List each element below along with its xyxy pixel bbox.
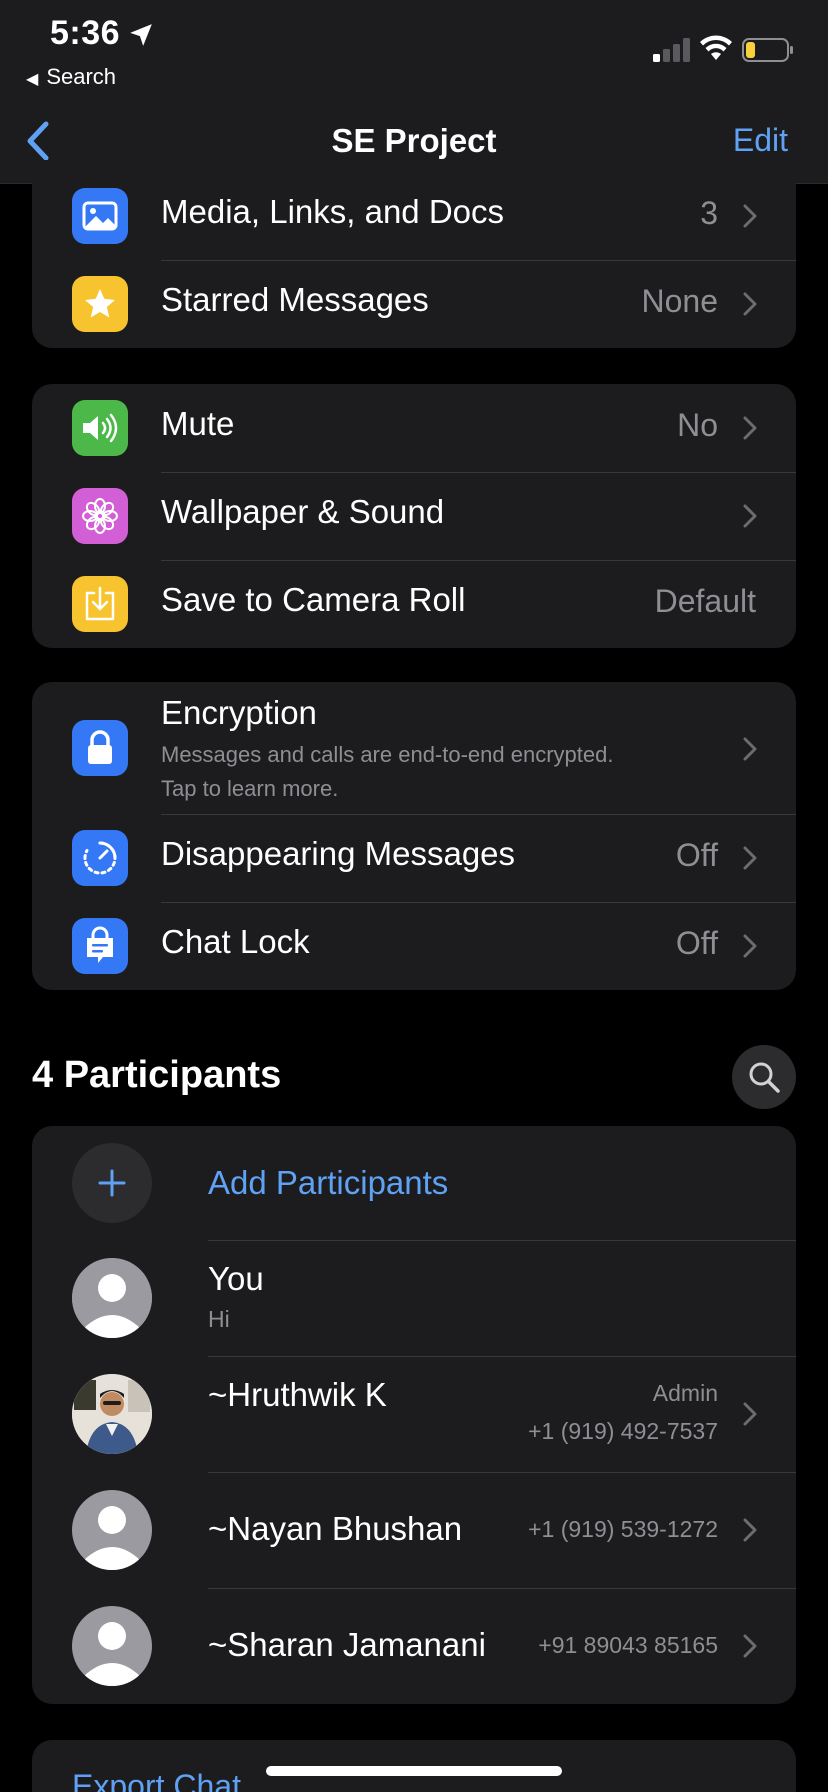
- status-bar: 5:36 ◀ Search: [0, 0, 828, 100]
- encryption-desc-line2: Tap to learn more.: [161, 776, 339, 801]
- participant-name: ~Nayan Bhushan: [208, 1510, 463, 1547]
- media-label: Media, Links, and Docs: [161, 193, 505, 230]
- back-to-app-link[interactable]: ◀ Search: [26, 64, 116, 90]
- download-icon: [72, 576, 128, 632]
- cell-signal-icon: [653, 38, 690, 62]
- chevron-right-icon: [743, 292, 757, 316]
- person-placeholder-icon: [72, 1490, 152, 1570]
- battery-icon: [742, 38, 793, 62]
- plus-icon: [98, 1169, 126, 1197]
- avatar: [72, 1490, 152, 1570]
- participant-name: You: [208, 1260, 264, 1297]
- disappearing-label: Disappearing Messages: [161, 835, 516, 872]
- media-count: 3: [700, 195, 718, 231]
- avatar: [72, 1258, 152, 1338]
- add-participants-row[interactable]: Add Participants: [32, 1126, 796, 1240]
- page-title: SE Project: [331, 122, 497, 159]
- participant-phone: +1 (919) 492-7537: [528, 1418, 718, 1444]
- timer-icon: [72, 830, 128, 886]
- add-participants-label: Add Participants: [208, 1164, 449, 1201]
- participant-status: Hi: [208, 1306, 230, 1332]
- participant-phone: +1 (919) 539-1272: [528, 1516, 718, 1542]
- chevron-right-icon: [743, 204, 757, 228]
- participant-row-nayan[interactable]: ~Nayan Bhushan +1 (919) 539-1272: [32, 1472, 796, 1588]
- media-links-docs-row[interactable]: Media, Links, and Docs 3: [32, 172, 796, 260]
- chevron-right-icon: [743, 416, 757, 440]
- chevron-right-icon: [743, 504, 757, 528]
- participants-list: Add Participants You Hi ~Hruthwik K Admi…: [32, 1126, 796, 1704]
- disappearing-value: Off: [675, 837, 718, 873]
- settings-group: Mute No Wallpaper & Sound Save to Camera…: [32, 384, 796, 648]
- mute-label: Mute: [161, 405, 235, 442]
- save-camera-roll-label: Save to Camera Roll: [161, 581, 466, 618]
- location-arrow-icon: [130, 24, 152, 46]
- starred-messages-row[interactable]: Starred Messages None: [32, 260, 796, 348]
- participant-row-hruthwik[interactable]: ~Hruthwik K Admin +1 (919) 492-7537: [32, 1356, 796, 1472]
- mute-value: No: [677, 407, 718, 443]
- chevron-right-icon: [743, 846, 757, 870]
- save-camera-roll-row[interactable]: Save to Camera Roll Default: [32, 560, 796, 648]
- home-indicator[interactable]: [266, 1766, 562, 1776]
- chevron-right-icon: [743, 1518, 757, 1542]
- chat-lock-row[interactable]: Chat Lock Off: [32, 902, 796, 990]
- participant-row-you[interactable]: You Hi: [32, 1240, 796, 1356]
- wifi-icon: [700, 35, 732, 60]
- speaker-icon: [72, 400, 128, 456]
- export-chat-button[interactable]: Export Chat: [72, 1768, 241, 1792]
- edit-button[interactable]: Edit: [733, 122, 788, 159]
- avatar-photo: [72, 1374, 152, 1454]
- chevron-right-icon: [743, 1634, 757, 1658]
- chat-lock-label: Chat Lock: [161, 923, 310, 960]
- participants-title: 4 Participants: [32, 1054, 282, 1096]
- chevron-right-icon: [743, 934, 757, 958]
- wallpaper-sound-row[interactable]: Wallpaper & Sound: [32, 472, 796, 560]
- participant-name: ~Hruthwik K: [208, 1376, 387, 1413]
- back-app-label: Search: [46, 64, 117, 89]
- add-circle: [72, 1143, 152, 1223]
- admin-badge: Admin: [652, 1380, 718, 1406]
- search-icon: [749, 1062, 780, 1093]
- chat-lock-value: Off: [675, 925, 718, 961]
- mute-row[interactable]: Mute No: [32, 384, 796, 472]
- profile-photo-icon: [72, 1374, 152, 1454]
- participant-row-sharan[interactable]: ~Sharan Jamanani +91 89043 85165: [32, 1588, 796, 1704]
- starred-value: None: [641, 283, 719, 319]
- participant-phone: +91 89043 85165: [538, 1632, 718, 1658]
- person-placeholder-icon: [72, 1606, 152, 1686]
- wallpaper-label: Wallpaper & Sound: [161, 493, 445, 530]
- star-icon: [72, 276, 128, 332]
- disappearing-messages-row[interactable]: Disappearing Messages Off: [32, 814, 796, 902]
- search-participants-button[interactable]: [732, 1045, 796, 1109]
- chat-lock-icon: [72, 918, 128, 974]
- clock: 5:36: [50, 14, 121, 52]
- lock-icon: [72, 720, 128, 776]
- encryption-label: Encryption: [161, 694, 317, 731]
- back-triangle-icon: ◀: [26, 71, 39, 88]
- chevron-right-icon: [743, 737, 757, 761]
- privacy-group: Encryption Messages and calls are end-to…: [32, 682, 796, 990]
- media-group: Media, Links, and Docs 3 Starred Message…: [32, 160, 796, 348]
- person-placeholder-icon: [72, 1258, 152, 1338]
- photo-icon: [72, 188, 128, 244]
- encryption-desc-line1: Messages and calls are end-to-end encryp…: [161, 742, 614, 767]
- flower-icon: [72, 488, 128, 544]
- avatar: [72, 1606, 152, 1686]
- participant-name: ~Sharan Jamanani: [208, 1626, 486, 1663]
- chevron-right-icon: [743, 1402, 757, 1426]
- save-camera-roll-value: Default: [654, 583, 756, 619]
- encryption-row[interactable]: Encryption Messages and calls are end-to…: [32, 682, 796, 814]
- starred-label: Starred Messages: [161, 281, 429, 318]
